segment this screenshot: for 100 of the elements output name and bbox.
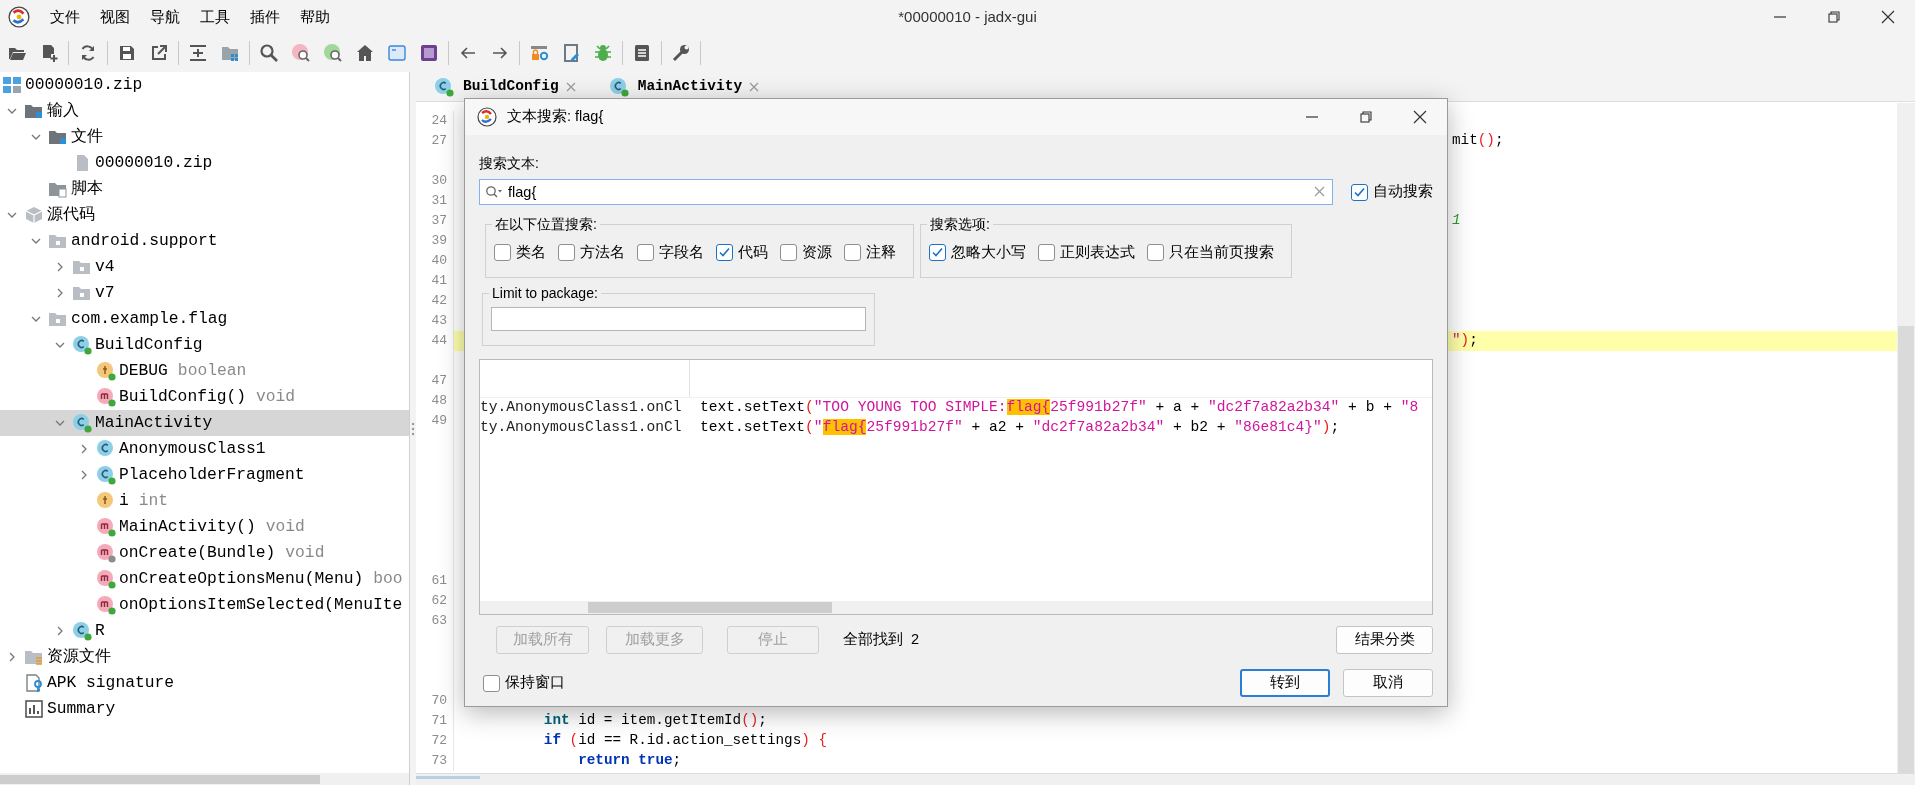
checkbox[interactable] [558, 244, 575, 262]
class-icon [72, 413, 92, 433]
checkbox-label[interactable]: 自动搜索 [1373, 181, 1433, 203]
search-usage-icon[interactable] [323, 43, 343, 63]
code-line: mit(); [1452, 131, 1504, 151]
group-results-button[interactable]: 结果分类 [1336, 626, 1433, 654]
scrollbar-thumb[interactable] [0, 775, 320, 784]
table-cell[interactable]: text.setText("TOO YOUNG TOO SIMPLE:flag{25f991b27f" + a + "dc2f7a82a2b34" + b + "8 [690, 397, 1419, 419]
checkbox-label[interactable]: 忽略大小写 [951, 242, 1026, 264]
console-icon[interactable] [419, 43, 439, 63]
tree-label[interactable]: v4 [95, 254, 115, 280]
window-icon[interactable] [387, 43, 407, 63]
checkbox[interactable] [483, 674, 500, 692]
search-field[interactable]: flag{ [479, 179, 1333, 205]
group-title: 在以下位置搜索: [494, 216, 598, 232]
table-cell[interactable]: ty.AnonymousClass1.onCl [480, 397, 690, 419]
checkbox[interactable] [929, 244, 946, 262]
save-icon[interactable] [117, 43, 137, 63]
tree-label[interactable]: R [95, 618, 105, 644]
log-icon[interactable] [632, 43, 652, 63]
dialog-button[interactable]: 转到 [1240, 669, 1330, 697]
search-icon[interactable] [485, 185, 503, 199]
horizontal-scrollbar[interactable] [480, 601, 1432, 614]
horizontal-scrollbar[interactable] [416, 773, 1915, 785]
tree-label[interactable]: 脚本 [71, 176, 103, 202]
checkbox[interactable] [1147, 244, 1164, 262]
menu-item[interactable]: 视图 [100, 5, 130, 29]
checkbox-label[interactable]: 注释 [866, 242, 896, 264]
checkbox-label[interactable]: 方法名 [580, 242, 625, 264]
table-cell[interactable]: ty.AnonymousClass1.onCl [480, 417, 690, 439]
tree-label[interactable]: APK signature [47, 670, 174, 696]
tree-label[interactable]: 源代码 [47, 202, 95, 228]
tab-label[interactable]: BuildConfig [463, 75, 559, 98]
tree-label[interactable]: android.support [71, 228, 218, 254]
dialog-title: 文本搜索: flag{ [507, 107, 605, 127]
checkbox-label[interactable]: 字段名 [659, 242, 704, 264]
checkbox-label[interactable]: 只在当前页搜索 [1169, 242, 1274, 264]
tab-label[interactable]: MainActivity [637, 75, 743, 98]
dialog-button[interactable]: 取消 [1343, 669, 1433, 697]
tree-label[interactable]: BuildConfig() [119, 384, 246, 410]
checkbox[interactable] [780, 244, 797, 262]
search-class-icon[interactable] [291, 43, 311, 63]
tree-label[interactable]: 文件 [71, 124, 103, 150]
menu-item[interactable]: 帮助 [300, 5, 330, 29]
checkbox-label[interactable]: 类名 [516, 242, 546, 264]
package-field[interactable] [491, 307, 866, 331]
tree-label[interactable]: 00000010.zip [25, 72, 143, 98]
search-icon[interactable] [259, 43, 279, 63]
tree-label[interactable]: 输入 [47, 98, 79, 124]
table-cell[interactable]: text.setText("flag{25f991b27f" + a2 + "dc2f7a82a2b34" + b2 + "86e81c4}"); [690, 417, 1340, 439]
tree-label[interactable]: com.example.flag [71, 306, 228, 332]
scrollbar-thumb[interactable] [1898, 326, 1914, 773]
document-edit-icon[interactable] [561, 43, 581, 63]
line-number: 71 [431, 713, 447, 728]
code-line: int id = item.getItemId(); [543, 711, 767, 731]
editor-tab[interactable]: MainActivity [604, 75, 765, 98]
bug-icon[interactable] [593, 43, 613, 63]
export-icon[interactable] [149, 43, 169, 63]
splitter-handle-icon[interactable] [411, 421, 415, 436]
checkbox[interactable] [1038, 244, 1055, 262]
align-icon[interactable] [188, 43, 208, 63]
checkbox[interactable] [716, 244, 733, 262]
tree-label[interactable]: onCreateOptionsMenu(Menu) [119, 566, 364, 592]
menu-item[interactable]: 导航 [150, 5, 180, 29]
checkbox[interactable] [637, 244, 654, 262]
class-icon [434, 76, 454, 97]
checkbox[interactable] [1351, 183, 1368, 201]
tree-label[interactable]: DEBUG [119, 358, 168, 384]
scrollbar-thumb[interactable] [588, 602, 832, 613]
menu-item[interactable]: 文件 [50, 5, 80, 29]
editor-tab[interactable]: BuildConfig [430, 75, 581, 98]
tree-label[interactable]: 资源文件 [47, 644, 111, 670]
horizontal-scrollbar[interactable] [0, 773, 409, 785]
tree-label[interactable]: i [119, 488, 129, 514]
tree-label[interactable]: PlaceholderFragment [119, 462, 305, 488]
tree-label[interactable]: 00000010.zip [95, 150, 213, 176]
tree-label[interactable]: v7 [95, 280, 115, 306]
tree-label[interactable]: MainActivity() [119, 514, 256, 540]
tree-label[interactable]: AnonymousClass1 [119, 436, 266, 462]
checkbox-label[interactable]: 代码 [738, 242, 768, 264]
lock-gear-icon[interactable] [529, 43, 549, 63]
checkbox[interactable] [494, 244, 511, 262]
tree-label[interactable]: BuildConfig [95, 332, 203, 358]
checkbox-label[interactable]: 保持窗口 [505, 672, 565, 694]
vertical-scrollbar[interactable] [1897, 103, 1915, 773]
home-icon[interactable] [355, 43, 375, 63]
checkbox-label[interactable]: 正则表达式 [1060, 242, 1135, 264]
menu-item[interactable]: 插件 [250, 5, 280, 29]
tree-selection-highlight[interactable]: MainActivity [0, 410, 409, 436]
checkbox[interactable] [844, 244, 861, 262]
clear-icon[interactable] [1314, 186, 1325, 197]
wrench-icon[interactable] [671, 43, 691, 63]
tree-label[interactable]: onCreate(Bundle) [119, 540, 276, 566]
tree-label[interactable]: Summary [47, 696, 116, 722]
tree-label[interactable]: MainActivity [95, 410, 213, 436]
menu-item[interactable]: 工具 [200, 5, 230, 29]
scrollbar-thumb[interactable] [416, 776, 480, 779]
line-number: 43 [431, 313, 447, 328]
tree-label[interactable]: onOptionsItemSelected(MenuIte [119, 592, 403, 618]
checkbox-label[interactable]: 资源 [802, 242, 832, 264]
